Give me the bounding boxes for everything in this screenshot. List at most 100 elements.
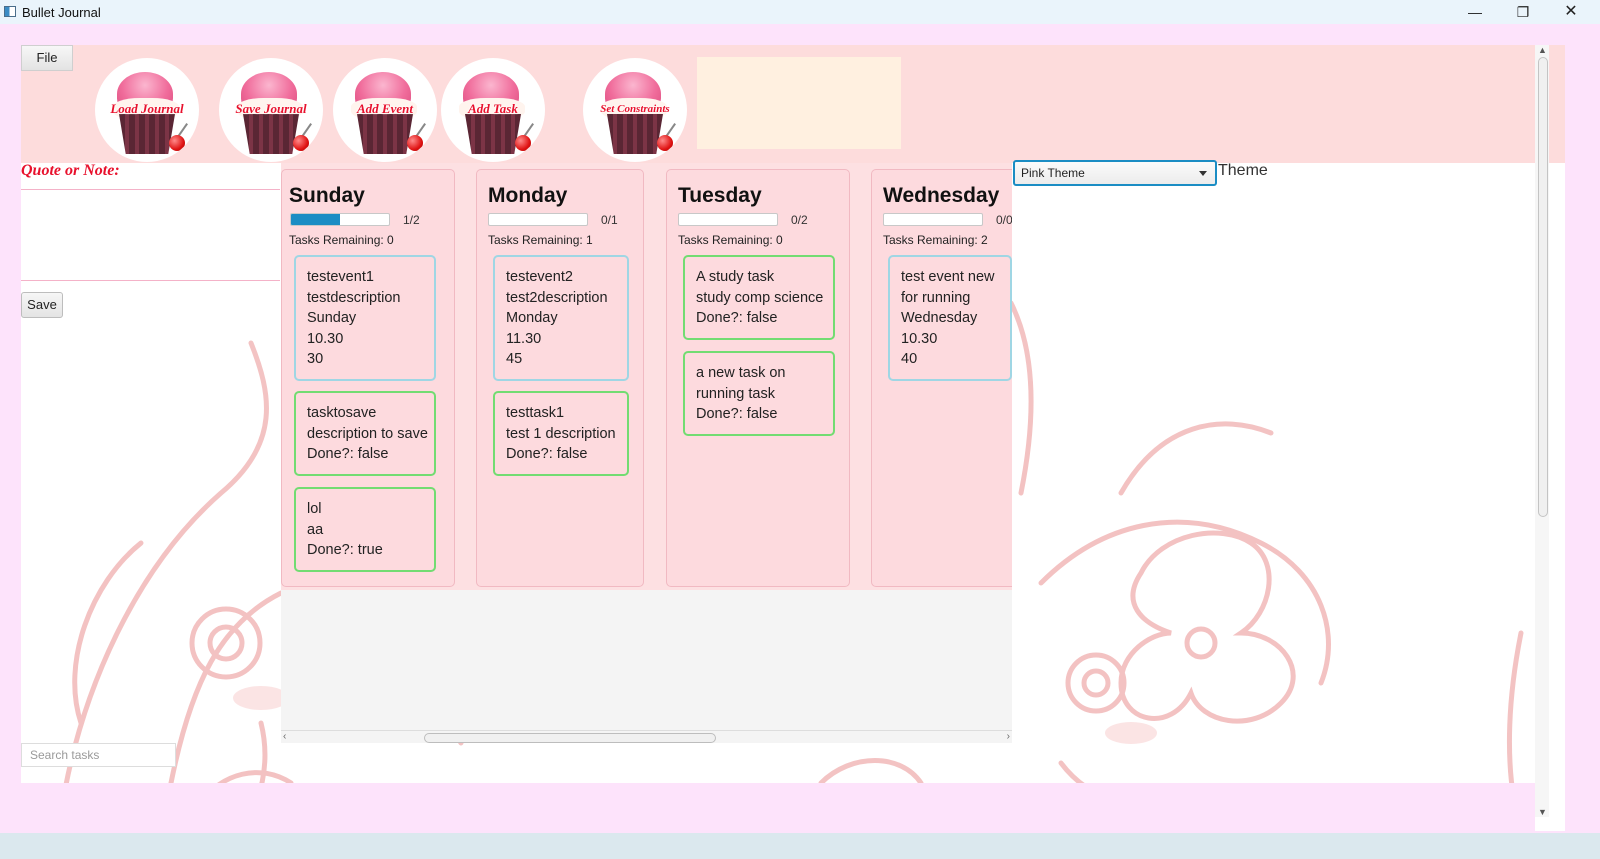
- minimize-button[interactable]: —: [1452, 0, 1498, 24]
- save-quote-button[interactable]: Save: [21, 292, 63, 318]
- event-duration: 30: [307, 351, 324, 367]
- event-description: testdescription: [307, 289, 401, 306]
- task-name: A study task: [696, 269, 775, 285]
- horizontal-scrollbar[interactable]: ‹ ›: [281, 730, 1012, 743]
- task-card[interactable]: a new task on running task Done?: false: [683, 351, 835, 436]
- set-constraints-label: Set Constraints: [600, 103, 670, 115]
- task-done-status: Done?: false: [506, 446, 588, 462]
- task-done-status: Done?: false: [696, 406, 778, 422]
- progress-text: 0/2: [791, 213, 808, 227]
- task-done-status: Done?: false: [307, 446, 389, 462]
- day-name: Sunday: [289, 184, 365, 207]
- task-description: study comp science: [696, 289, 824, 306]
- event-day: Wednesday: [901, 310, 978, 326]
- theme-label: Theme: [1218, 162, 1268, 179]
- set-constraints-button[interactable]: Set Constraints: [583, 58, 687, 162]
- cherry-icon: [515, 135, 531, 151]
- task-name: a new task on: [696, 365, 786, 381]
- app-window: File Load Journal Save Journal Add Event: [21, 45, 1565, 831]
- scroll-down-icon[interactable]: ▼: [1538, 807, 1547, 817]
- progress-text: 1/2: [403, 213, 420, 227]
- day-progress-bar: [678, 213, 778, 226]
- event-name: test event new: [901, 269, 995, 285]
- day-progress-bar: [290, 213, 390, 226]
- maximize-button[interactable]: ❐: [1500, 0, 1546, 24]
- event-card[interactable]: test event new for running Wednesday 10.…: [888, 255, 1012, 381]
- progress-fill: [291, 214, 340, 225]
- cherry-icon: [169, 135, 185, 151]
- info-panel: [697, 57, 901, 149]
- day-name: Monday: [488, 184, 568, 207]
- scroll-right-icon[interactable]: ›: [1007, 731, 1010, 742]
- task-description: description to save: [307, 425, 428, 442]
- day-column-sunday: Sunday 1/2 Tasks Remaining: 0 testevent1…: [281, 169, 455, 587]
- cupcake-liner-icon: [465, 114, 521, 154]
- day-progress-bar: [883, 213, 983, 226]
- task-name: lol: [307, 501, 322, 517]
- tasks-remaining: Tasks Remaining: 0: [678, 233, 783, 247]
- search-input[interactable]: [21, 743, 176, 767]
- cupcake-liner-icon: [119, 114, 175, 154]
- day-column-tuesday: Tuesday 0/2 Tasks Remaining: 0 A study t…: [666, 169, 850, 587]
- event-start-time: 10.30: [307, 330, 344, 347]
- cupcake-liner-icon: [607, 114, 663, 154]
- scroll-up-icon[interactable]: ▲: [1538, 45, 1547, 55]
- toolbar: File Load Journal Save Journal Add Event: [21, 45, 1565, 163]
- vertical-scroll-thumb[interactable]: [1538, 57, 1548, 517]
- day-progress-bar: [488, 213, 588, 226]
- event-card[interactable]: testevent1 testdescription Sunday 10.30 …: [294, 255, 436, 381]
- load-journal-button[interactable]: Load Journal: [95, 58, 199, 162]
- vertical-scrollbar[interactable]: ▲ ▼: [1535, 45, 1549, 817]
- progress-text: 0/1: [601, 213, 618, 227]
- event-name: testevent1: [307, 269, 374, 285]
- event-description: for running: [901, 289, 971, 306]
- tasks-remaining: Tasks Remaining: 1: [488, 233, 593, 247]
- cupcake-liner-icon: [357, 114, 413, 154]
- scroll-left-icon[interactable]: ‹: [283, 731, 286, 742]
- file-menu[interactable]: File: [21, 45, 73, 71]
- chevron-down-icon: [1199, 171, 1207, 176]
- quote-textarea[interactable]: [21, 189, 280, 281]
- cherry-icon: [293, 135, 309, 151]
- week-row: Sunday 1/2 Tasks Remaining: 0 testevent1…: [281, 163, 1012, 590]
- event-day: Monday: [506, 310, 558, 326]
- add-task-label: Add Task: [468, 101, 518, 116]
- task-name: tasktosave: [307, 405, 377, 421]
- tasks-remaining: Tasks Remaining: 0: [289, 233, 394, 247]
- task-name: testtask1: [506, 405, 565, 421]
- save-journal-label: Save Journal: [235, 101, 307, 116]
- task-description: test 1 description: [506, 425, 616, 442]
- event-start-time: 10.30: [901, 330, 938, 347]
- task-card[interactable]: testtask1 test 1 description Done?: fals…: [493, 391, 629, 476]
- day-name: Tuesday: [678, 184, 762, 207]
- theme-selected-value: Pink Theme: [1021, 166, 1085, 180]
- bottom-bar: [21, 783, 1535, 831]
- close-button[interactable]: ✕: [1548, 0, 1594, 24]
- event-card[interactable]: testevent2 test2description Monday 11.30…: [493, 255, 629, 381]
- cherry-icon: [407, 135, 423, 151]
- task-done-status: Done?: true: [307, 542, 383, 558]
- quote-label: Quote or Note:: [21, 162, 120, 179]
- event-start-time: 11.30: [506, 330, 542, 347]
- week-scroll-pane[interactable]: Sunday 1/2 Tasks Remaining: 0 testevent1…: [281, 163, 1012, 743]
- window-title: Bullet Journal: [22, 5, 101, 20]
- task-done-status: Done?: false: [696, 310, 778, 326]
- add-task-button[interactable]: Add Task: [441, 58, 545, 162]
- progress-text: 0/0: [996, 213, 1012, 227]
- add-event-label: Add Event: [357, 101, 413, 116]
- load-journal-label: Load Journal: [110, 101, 184, 116]
- cherry-icon: [657, 135, 673, 151]
- save-journal-button[interactable]: Save Journal: [219, 58, 323, 162]
- event-description: test2description: [506, 289, 608, 306]
- theme-dropdown[interactable]: Pink Theme: [1013, 160, 1217, 186]
- task-card[interactable]: lol aa Done?: true: [294, 487, 436, 572]
- cupcake-liner-icon: [243, 114, 299, 154]
- window-titlebar: Bullet Journal — ❐ ✕: [0, 0, 1600, 24]
- day-column-wednesday: Wednesday 0/0 Tasks Remaining: 2 test ev…: [871, 169, 1012, 587]
- add-event-button[interactable]: Add Event: [333, 58, 437, 162]
- horizontal-scroll-thumb[interactable]: [424, 733, 716, 743]
- task-card[interactable]: A study task study comp science Done?: f…: [683, 255, 835, 340]
- task-description: aa: [307, 521, 324, 538]
- event-duration: 40: [901, 351, 918, 367]
- task-card[interactable]: tasktosave description to save Done?: fa…: [294, 391, 436, 476]
